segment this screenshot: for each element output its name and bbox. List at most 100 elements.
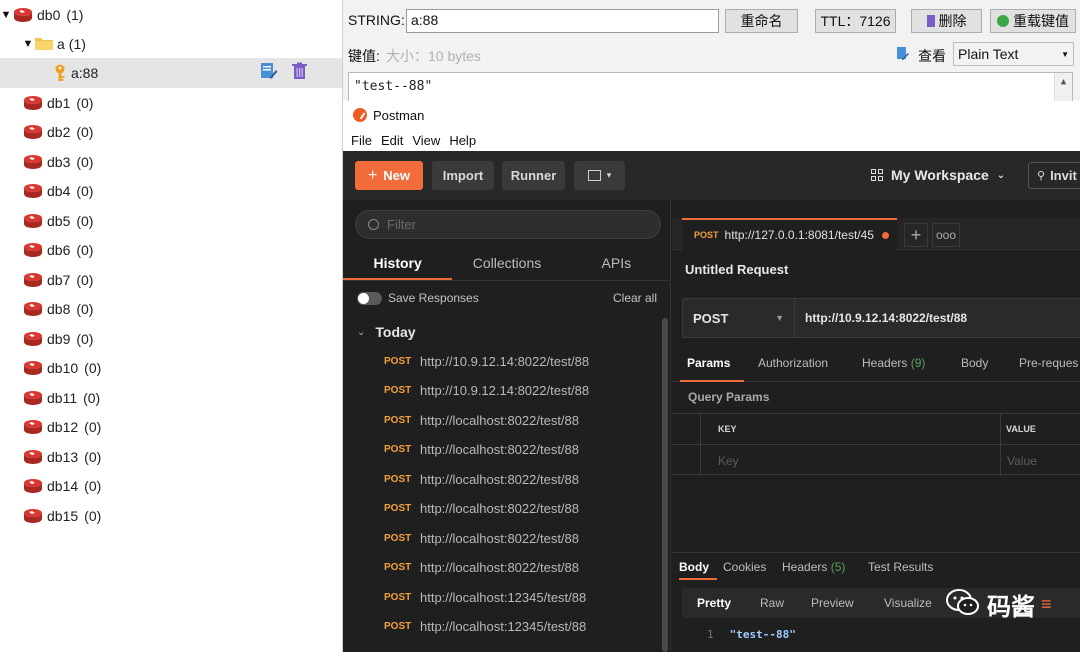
tree-row-folder[interactable]: ▼ a (1) [0,29,342,59]
key-name-input[interactable]: a:88 [406,9,719,33]
request-title[interactable]: Untitled Request [685,262,788,277]
wechat-icon [945,588,981,621]
tab-authorization[interactable]: Authorization [758,356,828,370]
tab-prerequest[interactable]: Pre-reques [1019,356,1078,370]
history-item[interactable]: POST http://10.9.12.14:8022/test/88 [384,381,589,401]
tab-params[interactable]: Params [687,356,730,370]
value-textarea[interactable]: "test--88" ▲ [348,72,1073,103]
redis-db-icon [22,272,44,288]
redis-db-icon [22,390,44,406]
folder-label: a [57,35,65,52]
tree-row-db[interactable]: db6 (0) [0,236,342,266]
edit-key-icon[interactable] [260,62,278,83]
tree-row-db[interactable]: db5 (0) [0,206,342,236]
tree-row-db[interactable]: db7 (0) [0,265,342,295]
history-item[interactable]: POST http://10.9.12.14:8022/test/88 [384,351,589,371]
history-method: POST [384,591,412,603]
tree-row-db[interactable]: db1 (0) [0,88,342,118]
tree-row-db[interactable]: db2 (0) [0,118,342,148]
view-mode-select[interactable]: Plain Text ▼ [953,42,1074,66]
url-input[interactable]: http://10.9.12.14:8022/test/88 [795,311,967,325]
tree-row-db[interactable]: db15 (0) [0,501,342,531]
format-visualize[interactable]: Visualize [884,596,932,610]
workspace-label: My Workspace [891,167,989,183]
history-method: POST [384,414,412,426]
history-group-today[interactable]: ⌄ Today [357,324,416,340]
redis-db-icon [22,449,44,465]
history-item[interactable]: POST http://localhost:8022/test/88 [384,469,579,489]
history-method: POST [384,532,412,544]
db-label: db12 [47,419,79,436]
history-item[interactable]: POST http://localhost:8022/test/88 [384,440,579,460]
history-method: POST [384,503,412,514]
menu-edit[interactable]: Edit [381,133,403,148]
redis-db-icon [22,360,44,376]
filter-input[interactable]: Filter [355,210,661,239]
postman-toolbar: + New Import Runner ▾ My Workspace ⌄ ⚲ I… [343,151,1080,200]
tree-row-db[interactable]: db13 (0) [0,442,342,472]
db-label: db11 [47,389,78,406]
menu-help[interactable]: Help [449,133,476,148]
add-tab-button[interactable]: + [904,223,928,247]
delete-key-icon[interactable] [291,62,308,83]
rename-button[interactable]: 重命名 [725,9,798,33]
tree-row-db[interactable]: db8 (0) [0,295,342,325]
response-tab-test-results[interactable]: Test Results [868,560,933,574]
key-input[interactable]: Key [718,454,739,468]
tree-row-db[interactable]: db4 (0) [0,177,342,207]
response-tab-cookies[interactable]: Cookies [723,560,766,574]
response-tab-headers[interactable]: Headers (5) [782,560,845,574]
new-button[interactable]: + New [355,161,423,190]
value-scrollbar[interactable]: ▲ [1054,73,1072,103]
reload-icon [997,15,1009,27]
db-count: (0) [84,419,102,436]
history-item[interactable]: POST http://localhost:12345/test/88 [384,587,586,607]
tab-headers[interactable]: Headers (9) [862,356,925,370]
response-tab-body[interactable]: Body [679,560,709,574]
tab-apis[interactable]: APIs [562,248,671,280]
workspace-switcher[interactable]: My Workspace ⌄ [871,167,1005,183]
sidebar-scrollbar[interactable] [662,318,668,652]
history-item[interactable]: POST http://localhost:8022/test/88 [384,499,579,519]
redis-db-icon [22,154,44,170]
clear-all-link[interactable]: Clear all [613,291,657,305]
history-item[interactable]: POST http://localhost:8022/test/88 [384,528,579,548]
reload-button[interactable]: 重载键值 [990,9,1076,33]
tree-row-db[interactable]: db3 (0) [0,147,342,177]
format-preview[interactable]: Preview [811,596,854,610]
tree-row-db[interactable]: db9 (0) [0,324,342,354]
new-window-button[interactable]: ▾ [574,161,625,190]
tab-history[interactable]: History [343,248,453,280]
expand-arrow-icon[interactable]: ▼ [0,9,12,21]
runner-button[interactable]: Runner [502,161,565,190]
db-count: (0) [76,301,94,318]
delete-button[interactable]: 删除 [911,9,982,33]
expand-arrow-icon[interactable]: ▼ [22,38,34,50]
history-item[interactable]: POST http://localhost:8022/test/88 [384,558,579,578]
menu-view[interactable]: View [412,133,440,148]
format-raw[interactable]: Raw [760,596,784,610]
tree-row-db0[interactable]: ▼ db0 (1) [0,0,342,30]
menu-file[interactable]: File [351,133,372,148]
tree-row-db[interactable]: db12 (0) [0,413,342,443]
ttl-button[interactable]: TTL：7126 [815,9,896,33]
format-pretty[interactable]: Pretty [697,596,731,610]
tree-row-db[interactable]: db10 (0) [0,354,342,384]
tab-collections[interactable]: Collections [452,248,561,280]
invite-button[interactable]: ⚲ Invit [1028,162,1080,189]
request-tab[interactable]: POST http://127.0.0.1:8081/test/45 [682,218,897,250]
method-select[interactable]: POST ▼ [683,299,795,337]
tree-row-db[interactable]: db11 (0) [0,383,342,413]
history-item[interactable]: POST http://localhost:12345/test/88 [384,617,586,637]
more-tabs-button[interactable]: ooo [932,223,960,247]
save-responses-toggle[interactable] [357,291,382,305]
value-input[interactable]: Value [1007,454,1037,468]
value-text: "test--88" [354,79,433,94]
tree-row-key[interactable]: a:88 [0,58,342,88]
tree-row-db[interactable]: db14 (0) [0,472,342,502]
response-body: 1 "test--88" [707,628,796,641]
request-tab-bar: POST http://127.0.0.1:8081/test/45 + ooo [672,218,1080,250]
import-button[interactable]: Import [432,161,494,190]
tab-body[interactable]: Body [961,356,988,370]
history-item[interactable]: POST http://localhost:8022/test/88 [384,410,579,430]
